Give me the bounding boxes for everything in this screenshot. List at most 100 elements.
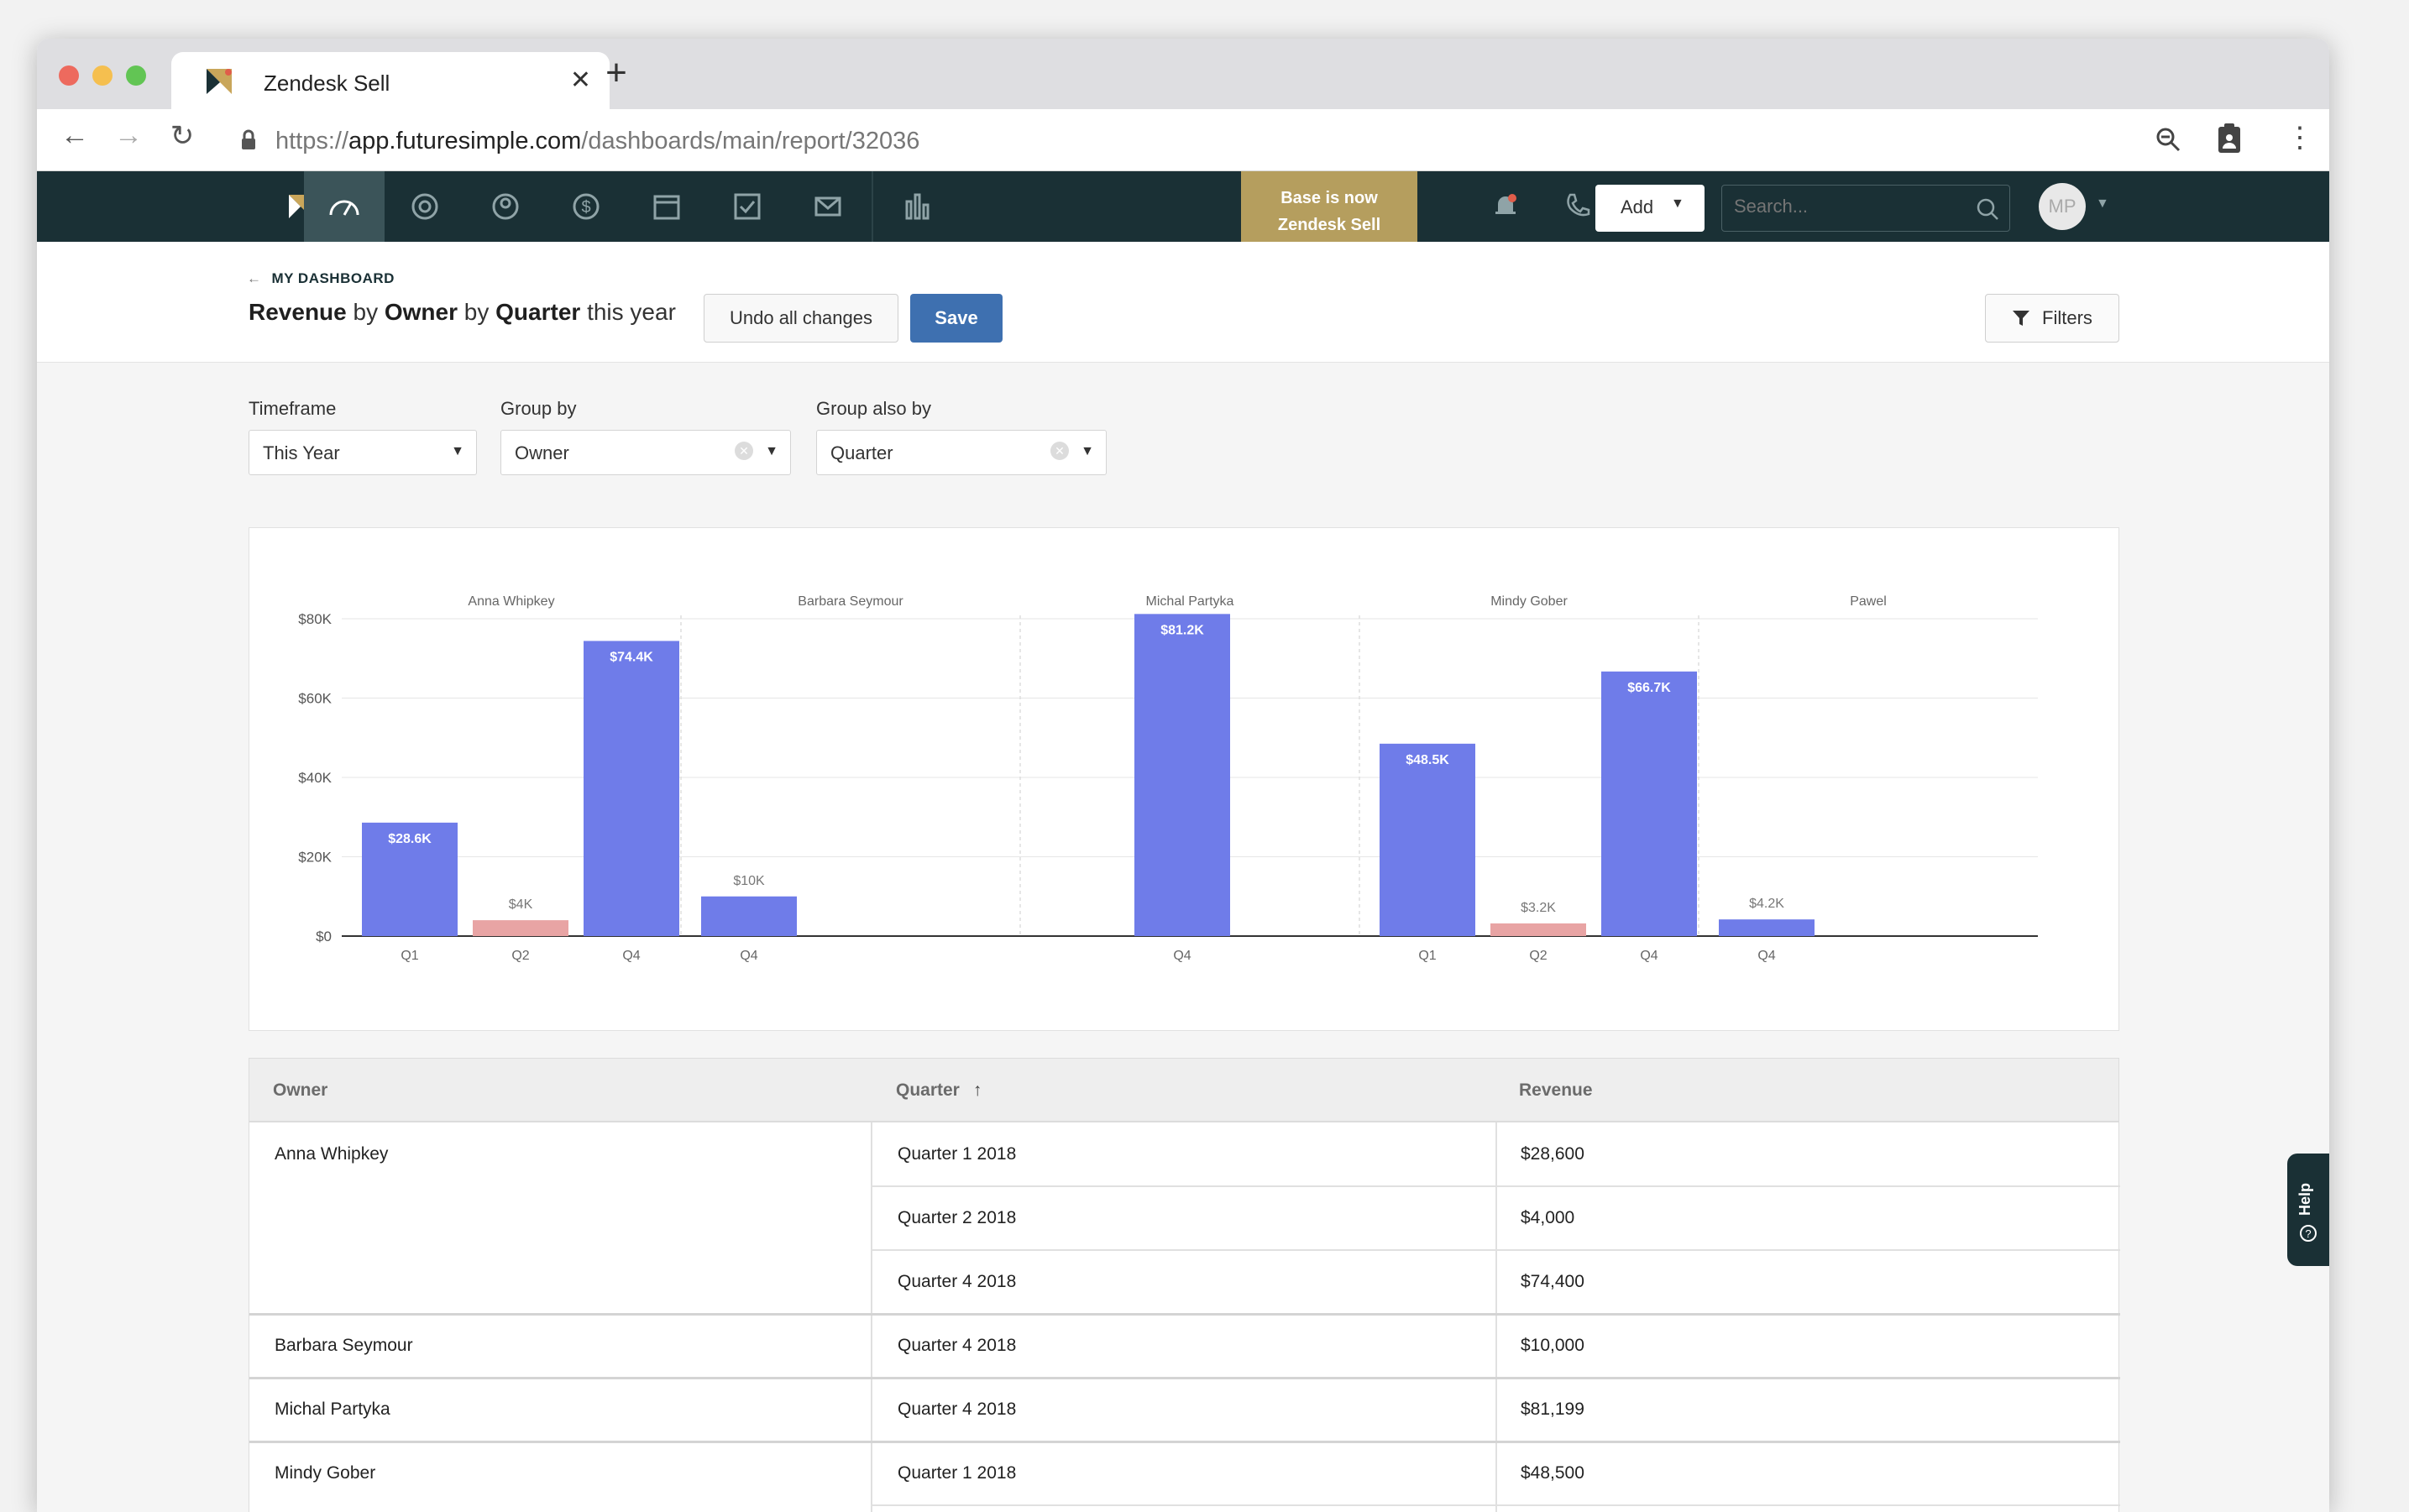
x-tick-label: Q2 (1529, 949, 1547, 963)
title-by-2: by (463, 299, 490, 325)
address-toolbar: ← → ↻ https://app.futuresimple.com/dashb… (37, 109, 2329, 171)
bar (584, 641, 679, 936)
column-header-quarter[interactable]: Quarter ↑ (896, 1080, 982, 1101)
filters-button[interactable]: Filters (1985, 294, 2119, 343)
row-divider (871, 1504, 2120, 1506)
group-also-by-select[interactable]: Quarter ✕ ▼ (816, 430, 1107, 475)
save-button[interactable]: Save (910, 294, 1003, 343)
revenue-cell: $48,500 (1521, 1463, 1584, 1483)
browser-menu-icon[interactable]: ⋮ (2286, 121, 2314, 154)
nav-leads[interactable] (385, 171, 465, 242)
revenue-cell: $74,400 (1521, 1272, 1584, 1291)
revenue-bar-chart: $0 $20K $40K $60K $80K Anna Whipkey $28.6K Q1 $4… (298, 594, 2038, 963)
app-top-nav: $ Base is now Zendesk Sell Add ▼ Search.… (37, 171, 2329, 249)
tab-bar: Zendesk Sell ✕ + (37, 39, 2329, 109)
user-menu-chevron-icon[interactable]: ▼ (2096, 196, 2109, 212)
new-tab-button[interactable]: + (591, 52, 642, 94)
table-header: Owner Quarter ↑ Revenue (249, 1059, 2118, 1122)
quarter-cell: Quarter 4 2018 (898, 1336, 1017, 1355)
undo-all-changes-button[interactable]: Undo all changes (704, 294, 898, 343)
y-tick-label: $0 (316, 929, 332, 944)
dollar-icon: $ (573, 193, 600, 220)
global-search (1721, 185, 2010, 232)
search-icon[interactable] (1976, 197, 1999, 221)
person-icon (492, 193, 519, 220)
timeframe-select[interactable]: This Year ▼ (249, 430, 477, 475)
quarter-cell: Quarter 1 2018 (898, 1463, 1017, 1483)
timeframe-label: Timeframe (249, 398, 337, 419)
clear-icon[interactable]: ✕ (735, 442, 753, 460)
row-divider (249, 1313, 2120, 1316)
nav-dashboard[interactable] (304, 171, 385, 242)
group-by-select[interactable]: Owner ✕ ▼ (500, 430, 791, 475)
bar (473, 920, 568, 936)
sort-ascending-icon: ↑ (972, 1080, 982, 1100)
breadcrumb-label: MY DASHBOARD (271, 270, 395, 286)
help-label: Help (2296, 1182, 2314, 1216)
chevron-down-icon: ▼ (1081, 444, 1094, 458)
x-tick-label: Q1 (1418, 949, 1436, 963)
group-label: Barbara Seymour (798, 594, 903, 609)
help-tab[interactable]: Help ? (2287, 1154, 2329, 1266)
lock-icon (242, 129, 255, 149)
clipboard-extension-icon[interactable] (2217, 123, 2242, 154)
owner-cell: Anna Whipkey (275, 1144, 389, 1164)
user-avatar[interactable]: MP (2039, 183, 2086, 230)
nav-tasks[interactable] (707, 171, 788, 242)
nav-calendar[interactable] (626, 171, 707, 242)
column-divider (1495, 1122, 1497, 1512)
bar-data-label: $10K (733, 874, 765, 888)
bar (1380, 743, 1475, 936)
quarter-cell: Quarter 1 2018 (898, 1144, 1017, 1164)
breadcrumb[interactable]: ← MY DASHBOARD (247, 270, 395, 287)
y-tick-label: $40K (298, 770, 332, 786)
bar-data-label: $4K (509, 897, 533, 912)
x-tick-label: Q1 (401, 949, 418, 963)
nav-communication[interactable] (788, 171, 868, 242)
bar (1490, 923, 1586, 936)
clear-icon[interactable]: ✕ (1050, 442, 1069, 460)
nav-reports[interactable] (877, 171, 957, 242)
column-header-owner[interactable]: Owner (273, 1080, 327, 1101)
back-arrow-icon: ← (247, 270, 262, 286)
browser-tab[interactable]: Zendesk Sell ✕ (171, 52, 610, 109)
add-button[interactable]: Add ▼ (1595, 185, 1705, 232)
add-button-label: Add (1621, 196, 1654, 217)
browser-window: Zendesk Sell ✕ + ← → ↻ https://app.futur… (37, 39, 2329, 1512)
y-tick-label: $60K (298, 691, 332, 707)
bar-chart-icon (905, 193, 930, 220)
url-field[interactable]: https://app.futuresimple.com/dashboards/… (222, 121, 2237, 160)
title-by-1: by (353, 299, 379, 325)
bar (701, 896, 797, 936)
rebrand-line-1: Base is now (1280, 189, 1378, 207)
column-header-quarter-label: Quarter (896, 1080, 960, 1100)
tab-close-icon[interactable]: ✕ (570, 65, 591, 95)
phone-icon[interactable] (1563, 191, 1592, 220)
filters-label: Filters (2042, 307, 2092, 328)
zoom-window-button[interactable] (126, 65, 146, 86)
report-content: Timeframe Group by Group also by This Ye… (37, 363, 2329, 1512)
forward-icon[interactable]: → (107, 119, 149, 152)
minimize-window-button[interactable] (92, 65, 113, 86)
y-tick-label: $80K (298, 611, 332, 627)
bar-data-label: $3.2K (1521, 901, 1556, 915)
group-also-by-value: Quarter (830, 442, 893, 463)
close-window-button[interactable] (59, 65, 79, 86)
search-input[interactable] (1734, 196, 1969, 217)
nav-contacts[interactable] (465, 171, 546, 242)
checkbox-icon (734, 193, 761, 220)
bell-notification-icon[interactable] (1491, 191, 1520, 220)
tab-title: Zendesk Sell (264, 71, 390, 96)
nav-deals[interactable]: $ (546, 171, 626, 242)
y-tick-label: $20K (298, 850, 332, 866)
chevron-down-icon: ▼ (1671, 196, 1684, 211)
zoom-icon[interactable] (2155, 126, 2181, 153)
x-tick-label: Q4 (740, 949, 757, 963)
bar-data-label: $81.2K (1160, 623, 1204, 637)
rebrand-banner[interactable]: Base is now Zendesk Sell (1241, 171, 1417, 249)
back-icon[interactable]: ← (54, 119, 96, 152)
bar-data-label: $4.2K (1749, 897, 1784, 911)
chevron-down-icon: ▼ (451, 444, 464, 458)
reload-icon[interactable]: ↻ (161, 119, 203, 153)
column-header-revenue[interactable]: Revenue (1519, 1080, 1593, 1101)
